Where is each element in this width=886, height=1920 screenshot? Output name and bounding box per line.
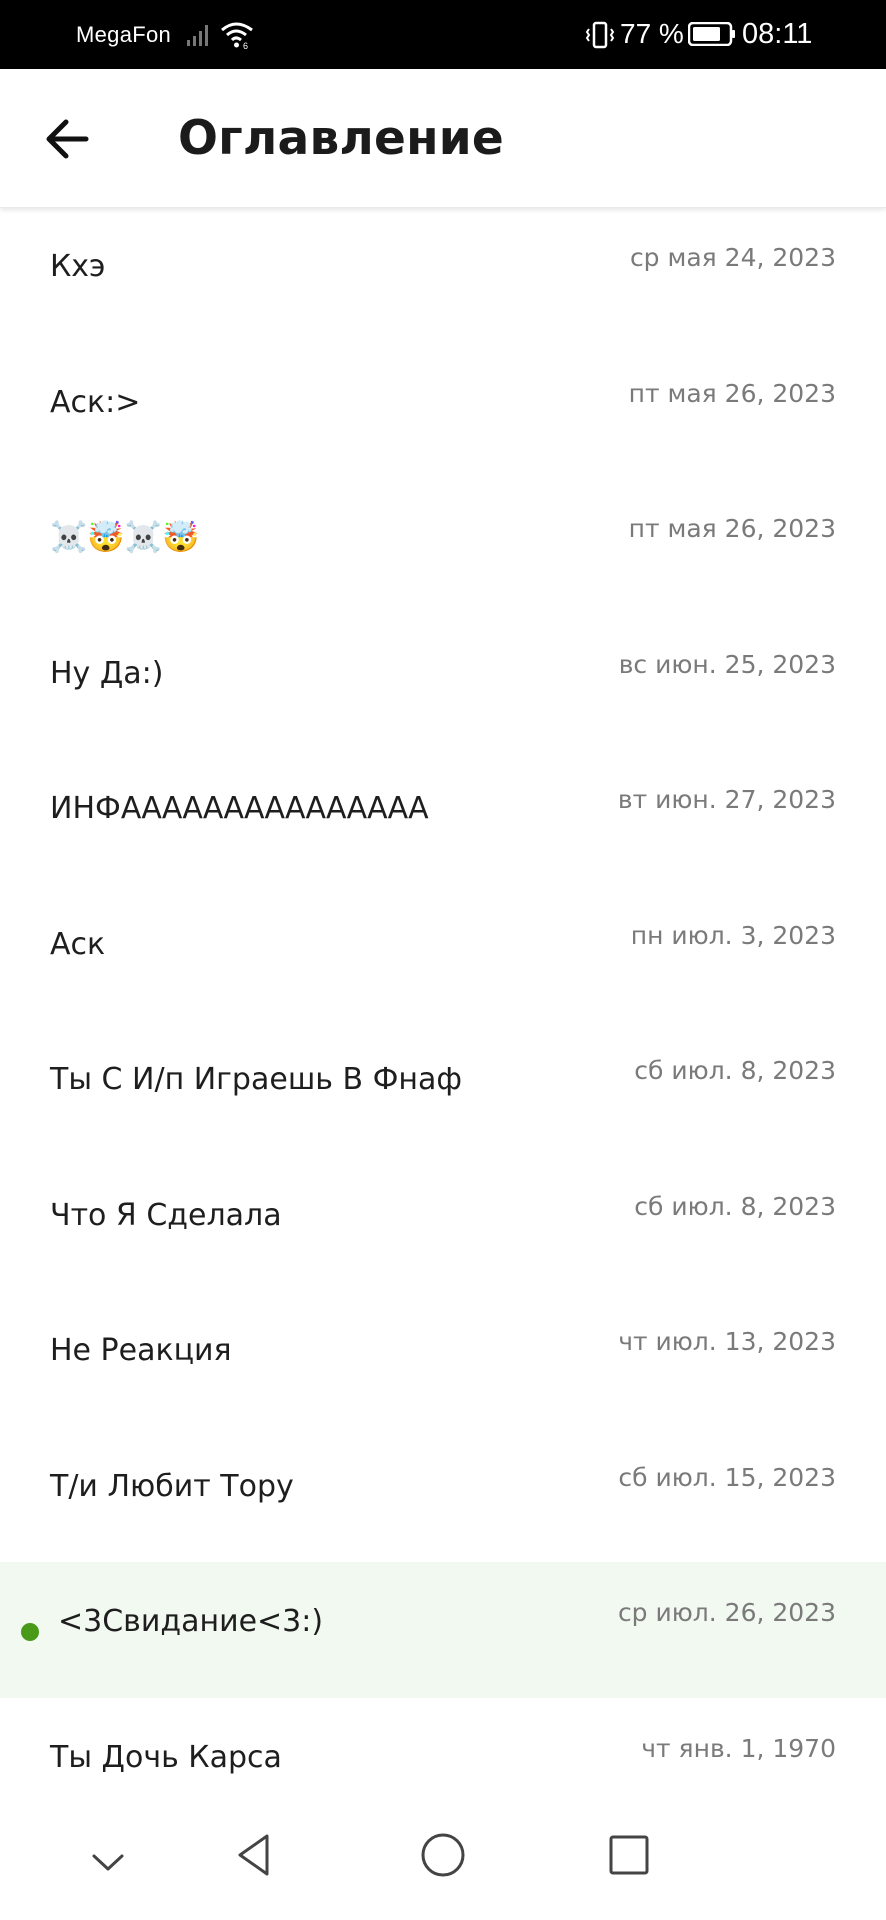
chapter-title: Не Реакция — [50, 1333, 232, 1368]
battery-icon — [688, 22, 735, 46]
chapter-title: Аск — [50, 926, 106, 962]
chapter-date: пн июл. 3, 2023 — [630, 920, 836, 950]
chapter-date: пт мая 26, 2023 — [628, 514, 836, 543]
chapter-date: чт янв. 1, 1970 — [641, 1733, 836, 1763]
chapter-title: Т/и Любит Тору — [50, 1468, 294, 1504]
system-navigation-bar — [0, 1800, 886, 1920]
chapter-date: ср мая 24, 2023 — [629, 243, 836, 272]
battery-percent: 77 % — [620, 18, 684, 49]
toc-item[interactable]: Ты С И/п Играешь В Фнаф сб июл. 8, 2023 — [0, 1020, 886, 1156]
chapter-title: ☠️🤯☠️🤯 — [50, 520, 200, 555]
chapter-date: сб июл. 8, 2023 — [634, 1056, 836, 1085]
chapter-date: ср июл. 26, 2023 — [617, 1598, 836, 1627]
arrow-left-icon — [46, 119, 89, 159]
carrier-name: MegaFon — [76, 22, 172, 47]
wifi-icon: 6 — [221, 22, 253, 50]
toc-item[interactable]: Т/и Любит Тору сб июл. 15, 2023 — [0, 1427, 886, 1563]
status-bar: MegaFon 6 77 % 08:11 — [0, 0, 886, 69]
chapter-date: сб июл. 8, 2023 — [634, 1191, 836, 1221]
signal-icon — [187, 25, 208, 46]
chapter-title: Ты Дочь Карса — [50, 1739, 282, 1775]
chapter-date: вс июн. 25, 2023 — [618, 649, 836, 679]
recents-square-icon[interactable] — [604, 1830, 654, 1880]
page-title: Оглавление — [178, 111, 504, 166]
chapter-date: пт мая 26, 2023 — [628, 378, 836, 408]
chapter-title: Кхэ — [50, 249, 106, 284]
chapter-title: Что Я Сделала — [50, 1197, 282, 1233]
chapter-title: <3Свидание<3:) — [58, 1604, 324, 1639]
toc-item[interactable]: Что Я Сделала сб июл. 8, 2023 — [0, 1156, 886, 1292]
chapter-date: чт июл. 13, 2023 — [618, 1327, 836, 1356]
svg-text:6: 6 — [243, 41, 248, 50]
toc-item[interactable]: Аск:> пт мая 26, 2023 — [0, 343, 886, 479]
chevron-down-icon[interactable] — [88, 1848, 128, 1876]
chapter-title: Ну Да:) — [50, 655, 164, 691]
table-of-contents-list: Кхэ ср мая 24, 2023 Аск:> пт мая 26, 2023 ☠️… — [0, 207, 886, 1833]
current-chapter-dot — [21, 1623, 39, 1641]
toc-item[interactable]: ☠️🤯☠️🤯 пт мая 26, 2023 — [0, 478, 886, 614]
toc-item[interactable]: Аск пн июл. 3, 2023 — [0, 885, 886, 1021]
back-triangle-icon[interactable] — [230, 1830, 280, 1880]
home-circle-icon[interactable] — [418, 1830, 468, 1880]
toc-item[interactable]: Ну Да:) вс июн. 25, 2023 — [0, 614, 886, 750]
chapter-title: ИНФААААААААААААААА — [50, 791, 429, 826]
toc-item-current[interactable]: <3Свидание<3:) ср июл. 26, 2023 — [0, 1562, 886, 1698]
toc-item[interactable]: ИНФААААААААААААААА вт июн. 27, 2023 — [0, 749, 886, 885]
vibrate-icon — [585, 21, 615, 49]
chapter-date: сб июл. 15, 2023 — [618, 1462, 836, 1492]
toc-item[interactable]: Не Реакция чт июл. 13, 2023 — [0, 1291, 886, 1427]
toc-item[interactable]: Кхэ ср мая 24, 2023 — [0, 207, 886, 343]
back-button[interactable] — [36, 107, 100, 171]
chapter-title: Ты С И/п Играешь В Фнаф — [50, 1062, 463, 1097]
chapter-title: Аск:> — [50, 384, 141, 420]
clock: 08:11 — [742, 18, 813, 50]
chapter-date: вт июн. 27, 2023 — [617, 785, 836, 814]
app-bar: Оглавление — [0, 69, 886, 208]
